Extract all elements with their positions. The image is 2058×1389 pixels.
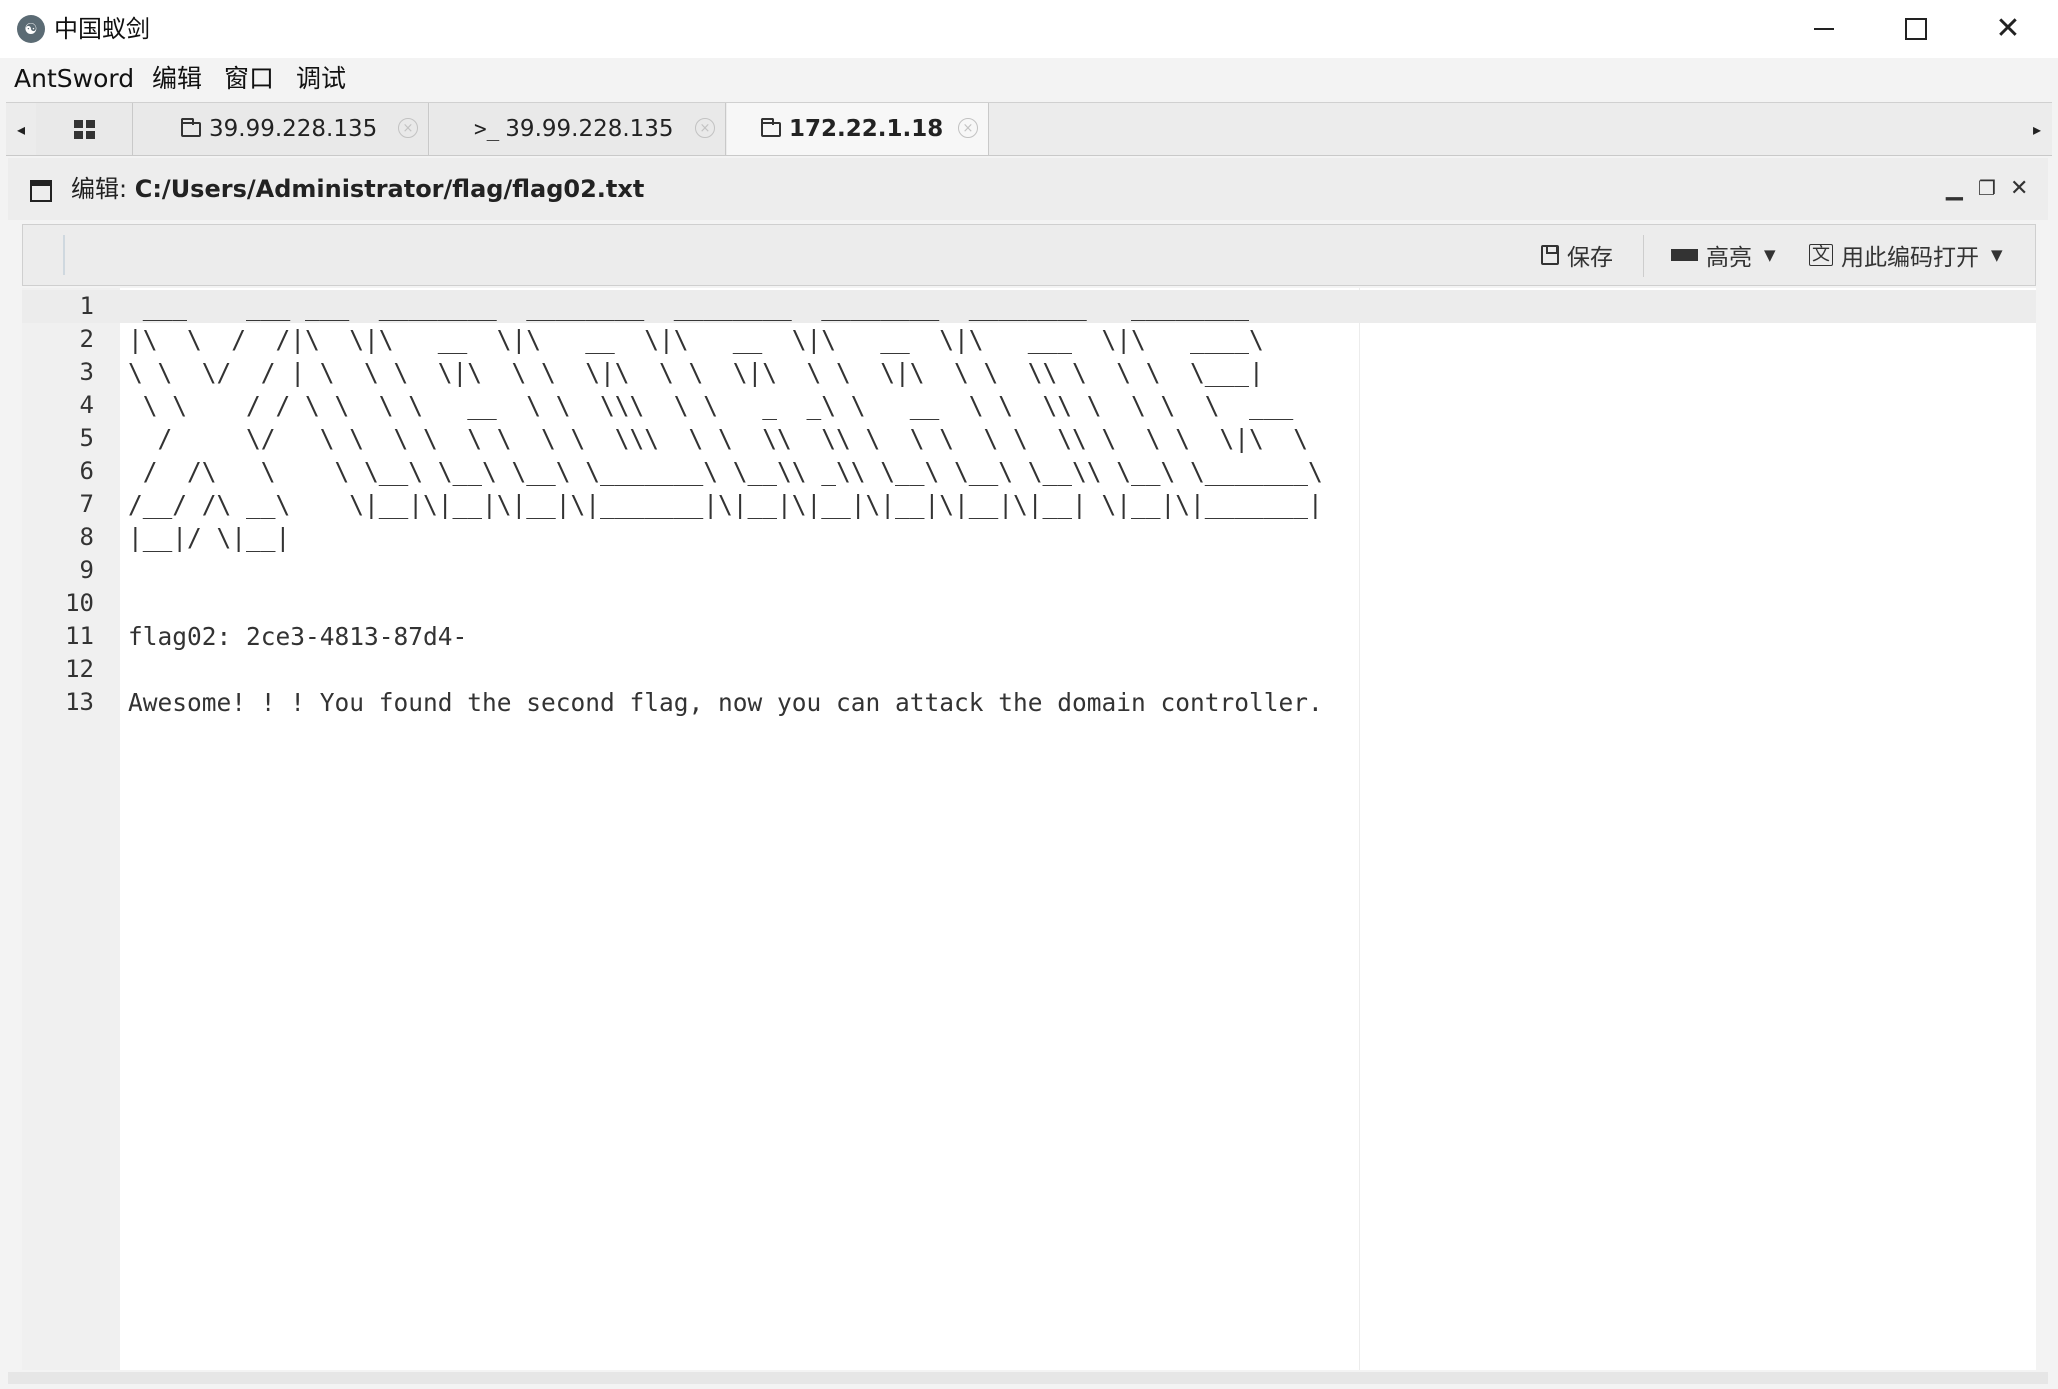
line-number: 6: [79, 457, 94, 485]
code-line[interactable]: /__/ /\ __\ \|__|\|__|\|__|\|_______|\|_…: [128, 488, 1323, 521]
tab-scroll-left-icon[interactable]: ◂: [6, 103, 36, 155]
tab-files-172-22-1-18[interactable]: 172.22.1.18 ×: [727, 103, 989, 155]
panel-minimize-icon[interactable]: ▁: [1946, 176, 1963, 201]
line-number: 10: [65, 589, 94, 617]
menu-debug[interactable]: 调试: [296, 62, 346, 96]
line-number: 1: [79, 292, 94, 320]
folder-icon: [181, 117, 201, 137]
highlight-dropdown[interactable]: 高亮 ▼: [1671, 237, 1776, 273]
maximize-button[interactable]: [1870, 0, 1962, 58]
code-line[interactable]: flag02: 2ce3-4813-87d4-: [128, 620, 467, 653]
tab-close-icon[interactable]: ×: [398, 118, 418, 138]
chevron-down-icon: ▼: [1764, 246, 1776, 264]
tab-terminal-39-99-228-135[interactable]: >_ 39.99.228.135 ×: [430, 103, 726, 155]
code-line[interactable]: / /\ \ \ \__\ \__\ \__\ \_______\ \__\\ …: [128, 455, 1323, 488]
code-line[interactable]: \ \ \/ / | \ \ \ \|\ \ \ \|\ \ \ \|\ \ \…: [128, 356, 1264, 389]
panel-title-prefix: 编辑:: [71, 175, 135, 203]
line-number: 13: [65, 688, 94, 716]
minimize-icon: [1814, 28, 1834, 30]
editor-panel-header: 编辑: C:/Users/Administrator/flag/flag02.t…: [8, 158, 2048, 220]
open-with-encoding-dropdown[interactable]: 文 用此编码打开 ▼: [1809, 237, 2003, 273]
code-line[interactable]: |\ \ / /|\ \|\ __ \|\ __ \|\ __ \|\ __ \…: [128, 323, 1264, 356]
close-window-button[interactable]: ✕: [1962, 0, 2054, 58]
minimize-button[interactable]: [1778, 0, 1870, 58]
maximize-icon: [1905, 18, 1927, 40]
line-number: 4: [79, 391, 94, 419]
encoding-label: 用此编码打开: [1841, 245, 1979, 271]
line-number: 3: [79, 358, 94, 386]
code-line[interactable]: ___ ___ ___ ________ ________ ________ _…: [128, 290, 1249, 323]
grid-icon: [73, 119, 95, 139]
toolbar-separator: [1643, 235, 1644, 277]
window-title-bar: ☯ 中国蚁剑 ✕: [0, 0, 2058, 58]
terminal-icon: >_: [474, 117, 500, 141]
antsword-logo-icon: ☯: [17, 15, 45, 43]
code-line[interactable]: Awesome! ! ! You found the second flag, …: [128, 686, 1323, 719]
save-label: 保存: [1567, 245, 1613, 271]
code-line[interactable]: / \/ \ \ \ \ \ \ \ \ \\\ \ \ \\ \\ \ \ \…: [128, 422, 1309, 455]
tab-scroll-right-icon[interactable]: ▸: [2022, 103, 2052, 155]
folder-icon: [761, 117, 781, 137]
list-icon: [1671, 249, 1698, 261]
tab-close-icon[interactable]: ×: [695, 118, 715, 138]
tab-close-icon[interactable]: ×: [958, 118, 978, 138]
status-strip: [8, 1372, 2048, 1384]
file-path: C:/Users/Administrator/flag/flag02.txt: [134, 175, 645, 203]
code-line[interactable]: \ \ / / \ \ \ \ __ \ \ \\\ \ \ _ _\ \ __…: [128, 389, 1294, 422]
tab-label: 39.99.228.135: [505, 116, 674, 142]
menu-window[interactable]: 窗口: [224, 62, 274, 96]
line-number: 9: [79, 556, 94, 584]
translate-icon: 文: [1809, 244, 1833, 266]
line-number: 11: [65, 622, 94, 650]
tab-files-39-99-228-135[interactable]: 39.99.228.135 ×: [133, 103, 429, 155]
line-number: 2: [79, 325, 94, 353]
menu-bar: AntSword 编辑 窗口 调试: [0, 58, 2058, 100]
save-button[interactable]: 保存: [1541, 237, 1613, 273]
code-editor[interactable]: 1 2 3 4 5 6 7 8 9 10 11 12 13 ___ ___ ___ ________ _…: [22, 288, 2036, 1370]
line-number: 7: [79, 490, 94, 518]
tab-label: 39.99.228.135: [209, 116, 378, 142]
line-number: 12: [65, 655, 94, 683]
save-icon: [1541, 245, 1559, 265]
panel-close-icon[interactable]: ✕: [2010, 176, 2028, 201]
line-number: 8: [79, 523, 94, 551]
print-margin: [1359, 288, 1360, 1370]
editor-toolbar: 保存 高亮 ▼ 文 用此编码打开 ▼: [22, 224, 2036, 286]
code-line[interactable]: |__|/ \|__|: [128, 521, 290, 554]
window-title: 中国蚁剑: [54, 15, 150, 43]
toolbar-divider: [63, 235, 65, 275]
tab-label: 172.22.1.18: [789, 116, 944, 142]
menu-antsword[interactable]: AntSword: [14, 62, 134, 96]
panel-restore-icon[interactable]: ❐: [1978, 176, 1996, 200]
chevron-down-icon: ▼: [1991, 246, 2003, 264]
window-icon: [30, 180, 52, 202]
tab-home[interactable]: [36, 103, 133, 155]
menu-edit[interactable]: 编辑: [152, 62, 202, 96]
close-icon: ✕: [1995, 11, 2021, 46]
tab-strip: ◂ 39.99.228.135 × >_ 39.99.228.135 × 172…: [6, 102, 2052, 156]
line-number: 5: [79, 424, 94, 452]
highlight-label: 高亮: [1706, 245, 1752, 271]
panel-title: 编辑: C:/Users/Administrator/flag/flag02.t…: [71, 172, 644, 206]
